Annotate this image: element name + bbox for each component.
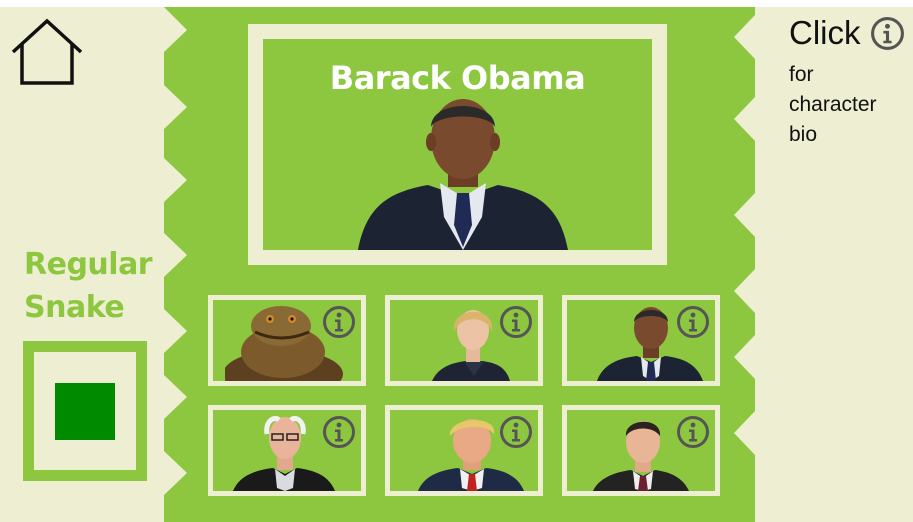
snake-type-line2: Snake <box>24 290 125 325</box>
snake-color-swatch <box>55 383 115 440</box>
info-icon[interactable] <box>322 415 356 449</box>
home-icon[interactable] <box>8 18 86 88</box>
hint-click-text: Click <box>789 14 861 51</box>
snake-color-button[interactable] <box>23 341 147 481</box>
info-icon[interactable] <box>676 305 710 339</box>
info-icon[interactable] <box>499 415 533 449</box>
character-card-inner <box>567 300 715 381</box>
info-icon[interactable] <box>676 415 710 449</box>
character-card-inner <box>567 410 715 491</box>
featured-character-panel: Barack Obama <box>248 24 667 265</box>
character-card-bernie[interactable] <box>208 405 366 496</box>
character-card-inner <box>213 410 361 491</box>
character-card-hillary[interactable] <box>385 295 543 386</box>
character-card-inner <box>390 300 538 381</box>
character-card-jabba[interactable] <box>208 295 366 386</box>
character-card-trump[interactable] <box>385 405 543 496</box>
obama-portrait <box>358 99 568 250</box>
featured-character-card: Barack Obama <box>263 39 652 250</box>
hint-line-1: for <box>789 63 814 86</box>
snake-type-label: Regular Snake <box>24 243 164 329</box>
info-icon <box>870 16 905 51</box>
character-card-inner <box>390 410 538 491</box>
snake-type-line1: Regular <box>24 247 153 282</box>
hint-line-3: bio <box>789 123 818 146</box>
character-card-inner <box>213 300 361 381</box>
info-icon[interactable] <box>322 305 356 339</box>
character-card-obama[interactable] <box>562 295 720 386</box>
hint-description: for character bio <box>789 60 877 150</box>
character-card-cruz[interactable] <box>562 405 720 496</box>
info-icon[interactable] <box>499 305 533 339</box>
featured-character-name: Barack Obama <box>329 59 586 97</box>
hint-line-2: character <box>789 93 877 116</box>
